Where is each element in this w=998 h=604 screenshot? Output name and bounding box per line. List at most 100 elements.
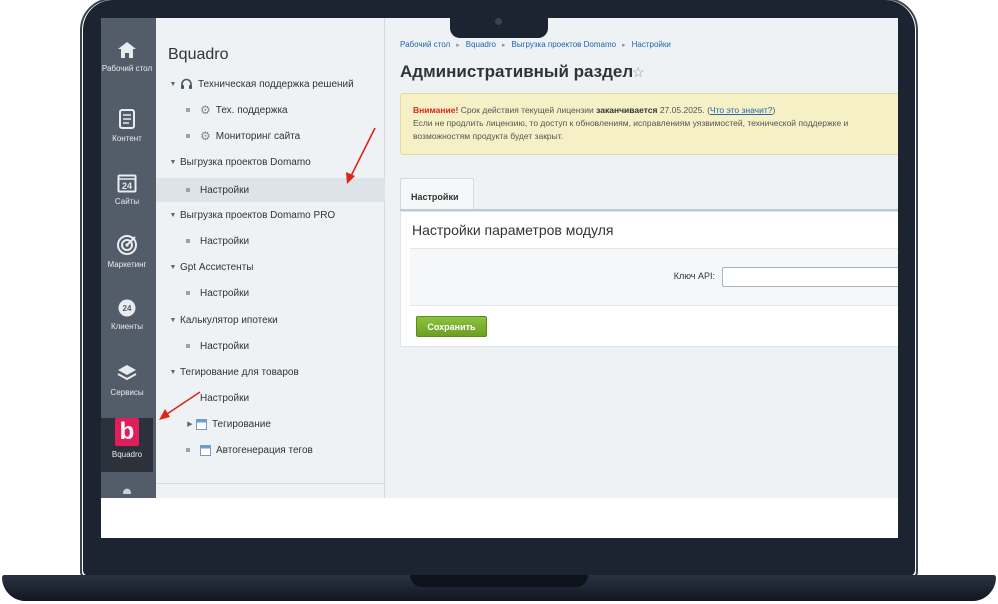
menu-item-tech-support[interactable]: ⚙ Тех. поддержка xyxy=(156,98,385,122)
gear-icon: ⚙ xyxy=(200,129,211,143)
left-nav-bquadro[interactable]: b Bquadro xyxy=(101,418,153,472)
left-nav-desktop[interactable]: Рабочий стол xyxy=(101,40,153,102)
breadcrumb-link[interactable]: Выгрузка проектов Domamo xyxy=(512,40,617,49)
menu-item-mortgage-calculator[interactable]: ▼ Калькулятор ипотеки xyxy=(156,308,385,332)
tab-settings[interactable]: Настройки xyxy=(400,178,474,210)
chevron-right-icon: ▸ xyxy=(501,42,506,49)
warning-line-3: возможностям продукта будет закрыт. xyxy=(413,131,564,141)
home-icon xyxy=(118,42,136,58)
menu-item-label: Тегирование для товаров xyxy=(180,366,299,378)
menu-item-domamo-pro-export[interactable]: ▼ Выгрузка проектов Domamo PRO xyxy=(156,203,385,227)
layers-icon xyxy=(117,365,137,381)
menu-item-label: Мониторинг сайта xyxy=(215,130,301,142)
chevron-down-icon: ▼ xyxy=(169,368,177,376)
license-warning: Внимание! Срок действия текущей лицензии… xyxy=(400,93,898,155)
api-key-label: Ключ API: xyxy=(673,271,715,281)
warning-text: 27.05.2025. ( xyxy=(657,105,710,115)
module-menu: Bquadro ▼ Техническая поддержка решений … xyxy=(156,18,385,498)
menu-item-label: Настройки xyxy=(200,340,250,352)
menu-item-label: Выгрузка проектов Domamo xyxy=(180,156,311,168)
bullet-icon xyxy=(186,239,190,243)
breadcrumb-link[interactable]: Рабочий стол xyxy=(400,40,450,49)
warning-line-2: Если не продлить лицензию, то доступ к о… xyxy=(413,118,849,128)
left-nav-panel: Рабочий стол Контент 24 Сайты Маркетинг … xyxy=(101,18,156,498)
camera-icon xyxy=(495,18,502,25)
warning-prefix: Внимание! xyxy=(413,105,459,115)
api-key-input[interactable] xyxy=(722,267,898,287)
chevron-down-icon: ▼ xyxy=(169,263,177,271)
svg-text:24: 24 xyxy=(123,304,132,313)
page-title: Административный раздел xyxy=(400,62,634,81)
warning-text: Срок действия текущей лицензии xyxy=(458,105,597,115)
menu-item-mortgage-settings[interactable]: Настройки xyxy=(156,334,385,358)
chevron-right-icon: ▸ xyxy=(456,42,460,49)
menu-item-label: Техническая поддержка решений xyxy=(198,78,354,90)
left-nav-label: Сервисы xyxy=(110,388,144,397)
menu-item-tag-autogeneration[interactable]: Автогенерация тегов xyxy=(156,438,385,462)
gear-icon: ⚙ xyxy=(200,103,211,117)
left-nav-marketing[interactable]: Маркетинг xyxy=(101,234,153,296)
panel-title: Настройки параметров модуля xyxy=(412,222,614,238)
document-icon xyxy=(119,109,135,129)
bullet-icon xyxy=(186,291,190,295)
left-nav-label: Рабочий стол xyxy=(101,64,153,73)
left-nav-label: Bquadro xyxy=(111,450,143,459)
bquadro-logo-icon: b xyxy=(115,418,139,446)
save-button[interactable]: Сохранить xyxy=(416,316,487,337)
menu-item-label: Автогенерация тегов xyxy=(216,444,313,456)
warning-line-1: Внимание! Срок действия текущей лицензии… xyxy=(413,104,897,117)
annotation-arrow xyxy=(346,127,376,184)
clients-24-icon: 24 xyxy=(118,299,136,317)
left-nav-clients[interactable]: 24 Клиенты xyxy=(101,298,153,360)
laptop-base-notch xyxy=(410,575,588,587)
breadcrumb: Рабочий стол ▸ Bquadro ▸ Выгрузка проектов D… xyxy=(400,40,671,49)
menu-item-gpt-assistants[interactable]: ▼ Gpt Ассистенты xyxy=(156,255,385,279)
warning-link[interactable]: Что это значит? xyxy=(710,105,773,115)
left-nav-label: Контент xyxy=(112,134,142,143)
menu-item-label: Gpt Ассистенты xyxy=(180,261,254,273)
breadcrumb-link[interactable]: Настройки xyxy=(632,40,671,49)
menu-item-domamo-pro-settings[interactable]: Настройки xyxy=(156,229,385,253)
calendar-icon xyxy=(200,444,211,456)
menu-item-product-tagging[interactable]: ▼ Тегирование для товаров xyxy=(156,360,385,384)
api-key-row: Ключ API: xyxy=(410,248,898,306)
left-nav-more[interactable] xyxy=(101,486,153,498)
calendar-24-icon: 24 xyxy=(117,174,137,193)
chevron-right-icon: ▸ xyxy=(622,42,626,49)
chevron-down-icon: ▼ xyxy=(169,158,177,166)
left-nav-services[interactable]: Сервисы xyxy=(101,362,153,424)
admin-app: Рабочий стол Контент 24 Сайты Маркетинг … xyxy=(101,18,898,498)
left-nav-content[interactable]: Контент xyxy=(101,108,153,170)
menu-item-gpt-settings[interactable]: Настройки xyxy=(156,281,385,305)
settings-panel: Настройки параметров модуля Ключ API: Со… xyxy=(400,211,898,347)
menu-item-label: Настройки xyxy=(200,235,250,247)
svg-text:24: 24 xyxy=(122,181,132,191)
menu-item-label: Калькулятор ипотеки xyxy=(180,314,278,326)
menu-item-label: Настройки xyxy=(200,287,250,299)
annotation-arrow xyxy=(159,391,201,420)
cloud-icon xyxy=(123,488,131,494)
menu-item-label: Тех. поддержка xyxy=(215,104,288,116)
menu-item-label: Выгрузка проектов Domamo PRO xyxy=(180,209,336,221)
chevron-down-icon: ▼ xyxy=(169,80,177,88)
bullet-icon xyxy=(186,448,190,452)
chevron-down-icon: ▼ xyxy=(169,316,177,324)
chevron-down-icon: ▼ xyxy=(169,211,177,219)
laptop-screen: Рабочий стол Контент 24 Сайты Маркетинг … xyxy=(101,18,898,538)
menu-title: Bquadro xyxy=(168,46,229,63)
bullet-icon xyxy=(186,134,190,138)
menu-item-label: Тегирование xyxy=(212,418,271,430)
left-nav-label: Сайты xyxy=(114,197,140,206)
target-icon xyxy=(117,235,137,255)
menu-divider xyxy=(156,483,385,484)
menu-item-tech-support-solutions[interactable]: ▼ Техническая поддержка решений xyxy=(156,72,385,96)
breadcrumb-link[interactable]: Bquadro xyxy=(466,40,496,49)
left-nav-label: Клиенты xyxy=(110,322,144,331)
main-content: Рабочий стол ▸ Bquadro ▸ Выгрузка проектов D… xyxy=(386,18,898,498)
menu-item-label: Настройки xyxy=(200,392,250,404)
bullet-icon xyxy=(186,188,190,192)
warning-bold: заканчивается xyxy=(596,105,658,115)
left-nav-sites[interactable]: 24 Сайты xyxy=(101,173,153,235)
star-icon[interactable]: ☆ xyxy=(632,64,645,81)
bullet-icon xyxy=(186,108,190,112)
